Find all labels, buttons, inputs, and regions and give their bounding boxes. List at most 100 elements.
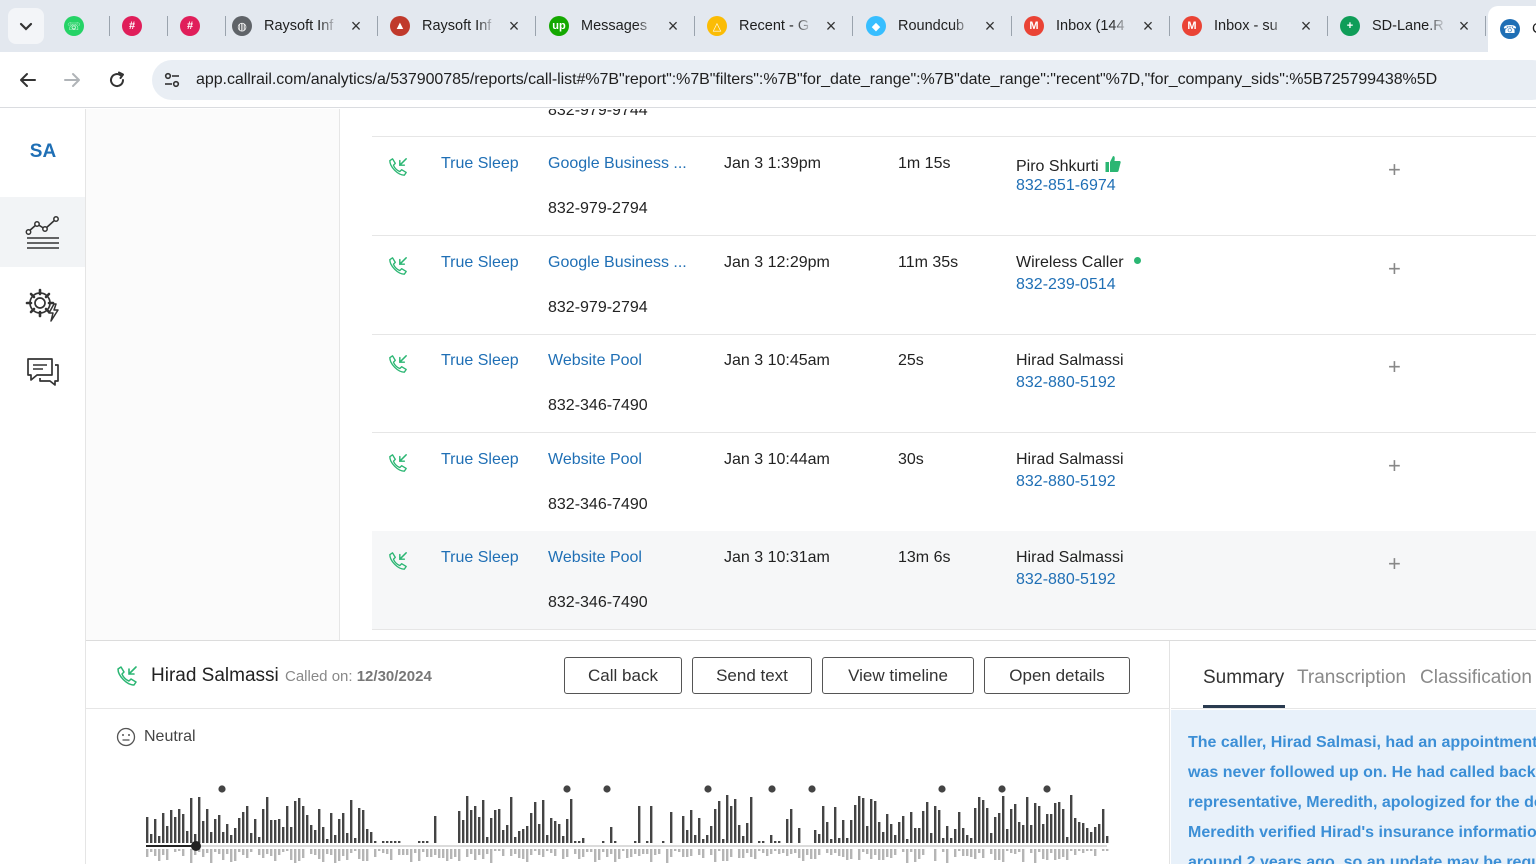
- waveform-bar: [882, 832, 885, 843]
- waveform-bar-secondary: [406, 849, 409, 855]
- waveform-bar-secondary: [810, 849, 813, 859]
- browser-tab[interactable]: M Inbox - su ×: [1170, 8, 1326, 44]
- browser-tab[interactable]: ◍ Raysoft Inf ×: [220, 8, 376, 44]
- open-details-button[interactable]: Open details: [984, 657, 1130, 694]
- close-tab-icon[interactable]: ×: [821, 16, 841, 36]
- company-link[interactable]: True Sleep: [441, 155, 519, 173]
- close-tab-icon[interactable]: ×: [663, 16, 683, 36]
- waveform-bar: [970, 838, 973, 843]
- browser-tab[interactable]: M Inbox (144 ×: [1012, 8, 1168, 44]
- waveform-marker[interactable]: [998, 785, 1006, 793]
- forward-button[interactable]: [56, 64, 88, 96]
- waveform-bar-secondary: [434, 849, 437, 855]
- company-link[interactable]: True Sleep: [441, 549, 519, 567]
- waveform-bar: [186, 831, 189, 843]
- company-link[interactable]: True Sleep: [441, 352, 519, 370]
- waveform-bar-secondary: [526, 849, 529, 862]
- caller-phone-link[interactable]: 832-851-6974: [1016, 177, 1116, 195]
- close-tab-icon[interactable]: ×: [980, 16, 1000, 36]
- tab-summary[interactable]: Summary: [1203, 667, 1284, 689]
- company-link[interactable]: True Sleep: [441, 254, 519, 272]
- table-row[interactable]: 832-979-9744: [372, 109, 1536, 137]
- table-row[interactable]: True Sleep Google Business ... 832-979-279…: [372, 236, 1536, 335]
- caller-name-text: Hirad Salmassi: [1016, 451, 1124, 468]
- waveform-marker[interactable]: [938, 785, 946, 793]
- sidebar-item-settings[interactable]: [0, 269, 85, 339]
- browser-tab[interactable]: ◆ Roundcub ×: [854, 8, 1010, 44]
- add-tag-button[interactable]: +: [1388, 551, 1401, 577]
- close-tab-icon[interactable]: ×: [1138, 16, 1158, 36]
- waveform-bar-secondary: [218, 849, 221, 854]
- send-text-button[interactable]: Send text: [692, 657, 812, 694]
- table-row[interactable]: True Sleep Google Business ... 832-979-279…: [372, 137, 1536, 236]
- close-tab-icon[interactable]: ×: [346, 16, 366, 36]
- add-tag-button[interactable]: +: [1388, 453, 1401, 479]
- analytics-chart-icon: [25, 216, 59, 249]
- waveform-bar: [938, 810, 941, 843]
- add-tag-button[interactable]: +: [1388, 256, 1401, 282]
- caller-phone-link[interactable]: 832-880-5192: [1016, 473, 1116, 491]
- waveform-bar-secondary: [258, 849, 261, 855]
- caller-phone-link[interactable]: 832-880-5192: [1016, 374, 1116, 392]
- waveform-bar: [950, 838, 953, 843]
- waveform-marker[interactable]: [218, 785, 226, 793]
- address-bar[interactable]: app.callrail.com/analytics/a/537900785/r…: [152, 60, 1536, 100]
- close-tab-icon[interactable]: ×: [504, 16, 524, 36]
- browser-tab[interactable]: #: [168, 8, 224, 44]
- waveform-bar: [1006, 829, 1009, 843]
- add-tag-button[interactable]: +: [1388, 157, 1401, 183]
- waveform-bar-secondary: [1090, 849, 1093, 851]
- tab-search-button[interactable]: [8, 8, 44, 44]
- browser-tab[interactable]: ☏: [52, 8, 108, 44]
- source-link[interactable]: Google Business ...: [548, 155, 690, 173]
- waveform-bar: [278, 819, 281, 843]
- waveform-marker[interactable]: [1043, 785, 1051, 793]
- browser-tab[interactable]: up Messages ×: [537, 8, 693, 44]
- waveform-marker[interactable]: [563, 785, 571, 793]
- tracking-number: 832-979-9744: [548, 109, 648, 119]
- waveform-bar: [690, 810, 693, 843]
- back-button[interactable]: [12, 64, 44, 96]
- add-tag-button[interactable]: +: [1388, 354, 1401, 380]
- tab-classification[interactable]: Classification: [1420, 667, 1532, 689]
- waveform-bar: [890, 824, 893, 843]
- browser-tab[interactable]: #: [110, 8, 166, 44]
- waveform-bar-secondary: [1022, 849, 1025, 862]
- browser-tab[interactable]: ▲ Raysoft Inf ×: [378, 8, 534, 44]
- caller-phone-link[interactable]: 832-880-5192: [1016, 571, 1116, 589]
- source-link[interactable]: Website Pool: [548, 549, 690, 567]
- waveform-bar-secondary: [490, 849, 493, 863]
- playhead-handle[interactable]: [191, 841, 201, 851]
- table-row[interactable]: True Sleep Website Pool 832-346-7490 Jan 3 …: [372, 433, 1536, 532]
- browser-tab[interactable]: + SD-Lane.R ×: [1328, 8, 1484, 44]
- waveform-marker[interactable]: [603, 785, 611, 793]
- tab-transcription[interactable]: Transcription: [1297, 667, 1406, 689]
- caller-phone-link[interactable]: 832-239-0514: [1016, 276, 1116, 294]
- table-row[interactable]: True Sleep Website Pool 832-346-7490 Jan 3 …: [372, 531, 1536, 630]
- close-tab-icon[interactable]: ×: [1296, 16, 1316, 36]
- audio-waveform[interactable]: [142, 779, 1112, 864]
- source-link[interactable]: Website Pool: [548, 352, 690, 370]
- waveform-marker[interactable]: [704, 785, 712, 793]
- browser-tab[interactable]: ☎C: [1488, 6, 1536, 52]
- site-info-button[interactable]: [156, 64, 188, 96]
- sidebar-item-analytics[interactable]: [0, 197, 85, 267]
- waveform-bar: [958, 812, 961, 843]
- account-logo[interactable]: SA: [0, 141, 86, 163]
- view-timeline-button[interactable]: View timeline: [822, 657, 974, 694]
- reload-button[interactable]: [101, 64, 133, 96]
- source-link[interactable]: Website Pool: [548, 451, 690, 469]
- waveform-bar-secondary: [274, 849, 277, 861]
- sidebar-item-conversations[interactable]: [0, 337, 85, 407]
- company-link[interactable]: True Sleep: [441, 451, 519, 469]
- waveform-marker[interactable]: [768, 785, 776, 793]
- waveform-marker[interactable]: [808, 785, 816, 793]
- source-link[interactable]: Google Business ...: [548, 254, 690, 272]
- tracking-number: 832-346-7490: [548, 496, 648, 513]
- close-tab-icon[interactable]: ×: [1454, 16, 1474, 36]
- waveform-bar: [894, 835, 897, 843]
- table-row[interactable]: True Sleep Website Pool 832-346-7490 Jan 3 …: [372, 334, 1536, 433]
- browser-tab[interactable]: △ Recent - G ×: [695, 8, 851, 44]
- call-back-button[interactable]: Call back: [564, 657, 682, 694]
- browser-tab-title: Messages: [581, 18, 648, 34]
